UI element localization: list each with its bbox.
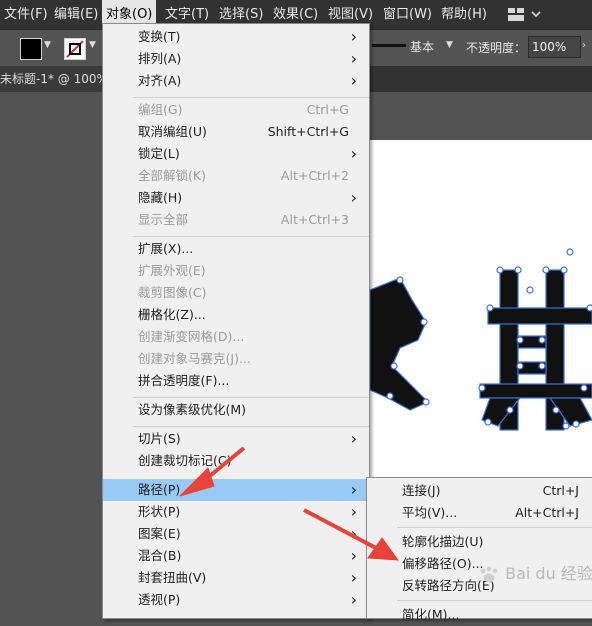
- paw-icon: [478, 566, 500, 584]
- annotation-arrow-offset: [303, 508, 377, 550]
- watermark-text: Bai du 经验: [505, 564, 592, 583]
- annotation-arrows: [179, 446, 400, 561]
- watermark-logo: Bai du 经验: [478, 560, 592, 584]
- annotation-arrow-head: [367, 537, 400, 561]
- annotation-arrow-head: [179, 467, 215, 497]
